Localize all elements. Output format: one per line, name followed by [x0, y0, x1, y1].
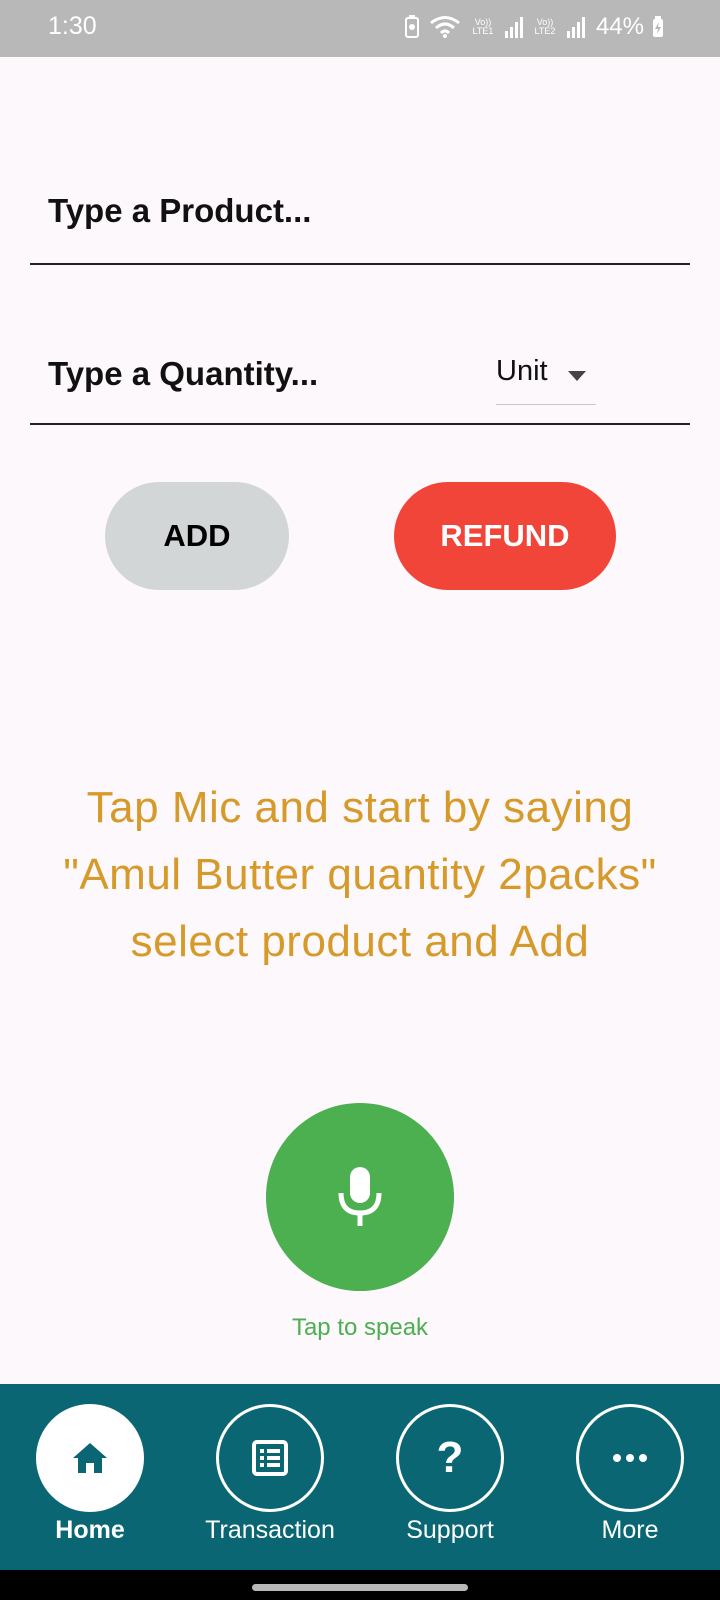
mic-button[interactable] [266, 1103, 454, 1291]
refund-button[interactable]: REFUND [394, 482, 616, 590]
status-bar: 1:30 Vo)) LTE1 Vo)) LTE2 44% [0, 0, 720, 57]
mic-icon [338, 1167, 382, 1226]
nav-label-more: More [601, 1516, 659, 1544]
signal-2-icon [566, 17, 585, 38]
nav-more-circle[interactable] [576, 1404, 684, 1512]
nav-item-transaction[interactable]: Transaction [185, 1404, 355, 1564]
nav-item-support[interactable]: ? Support [365, 1404, 535, 1564]
gesture-handle[interactable] [252, 1584, 468, 1591]
network-2-label: Vo)) LTE2 [534, 17, 556, 36]
battery-charging-icon [653, 16, 663, 37]
instruction-line-3: select product and Add [130, 917, 590, 966]
home-icon [73, 1443, 107, 1473]
nav-label-transaction: Transaction [205, 1516, 335, 1544]
quantity-input-underline [30, 423, 690, 425]
signal-1-icon [504, 17, 523, 38]
wifi-icon [430, 16, 460, 38]
nav-home-circle[interactable] [36, 1404, 144, 1512]
list-icon [252, 1440, 288, 1476]
add-button[interactable]: ADD [105, 482, 289, 590]
bottom-nav: Home Transaction ? Support More [0, 1384, 720, 1570]
caret-down-icon [568, 371, 586, 381]
mic-label: Tap to speak [291, 1314, 429, 1341]
unit-dropdown[interactable]: Unit [496, 355, 596, 405]
battery-percent: 44% [595, 13, 644, 40]
gesture-bar-area [0, 1570, 720, 1600]
nav-item-more[interactable]: More [545, 1404, 715, 1564]
status-icons: Vo)) LTE1 Vo)) LTE2 44% [404, 13, 664, 41]
nav-label-home: Home [55, 1516, 125, 1544]
nav-transaction-circle[interactable] [216, 1404, 324, 1512]
question-icon: ? [436, 1433, 464, 1482]
instruction-line-2: "Amul Butter quantity 2packs" [63, 850, 657, 899]
nav-item-home[interactable]: Home [5, 1404, 175, 1564]
status-time: 1:30 [48, 12, 97, 40]
more-icon [613, 1454, 647, 1462]
unit-dropdown-value: Unit [496, 355, 548, 387]
quantity-input[interactable]: Type a Quantity... [48, 355, 468, 393]
product-input[interactable]: Type a Product... [48, 192, 668, 230]
nav-support-circle[interactable]: ? [396, 1404, 504, 1512]
nav-label-support: Support [406, 1516, 494, 1544]
instruction-line-1: Tap Mic and start by saying [86, 783, 634, 832]
product-input-underline [30, 263, 690, 265]
network-1-label: Vo)) LTE1 [472, 17, 494, 36]
battery-saver-icon [404, 15, 419, 38]
